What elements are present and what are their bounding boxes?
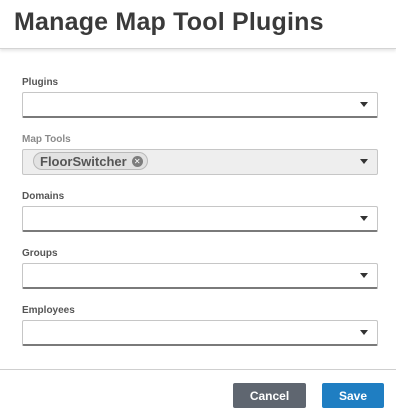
manage-map-tool-plugins-dialog: Manage Map Tool Plugins Plugins Map Tool… [0,0,396,418]
chevron-down-icon [360,273,368,278]
cancel-button[interactable]: Cancel [233,383,306,408]
plugins-select[interactable] [22,92,378,118]
close-circle-icon[interactable]: ✕ [131,155,143,167]
groups-label: Groups [22,248,58,259]
dialog-header: Manage Map Tool Plugins [0,0,396,49]
save-button[interactable]: Save [322,383,384,408]
map-tool-chip: FloorSwitcher ✕ [33,152,148,170]
groups-field: Groups [22,247,378,289]
map-tools-label: Map Tools [22,134,71,145]
dialog-body: Plugins Map Tools FloorSwitcher ✕ Domain… [0,49,396,369]
chevron-down-icon [360,159,368,164]
chevron-down-icon [360,330,368,335]
map-tools-field: Map Tools FloorSwitcher ✕ [22,133,378,175]
plugins-label: Plugins [22,77,59,88]
domains-field: Domains [22,190,378,232]
plugins-field: Plugins [22,76,378,118]
map-tools-select: FloorSwitcher ✕ [22,149,378,175]
domains-label: Domains [22,191,65,202]
employees-select[interactable] [22,320,378,346]
employees-label: Employees [22,305,75,316]
employees-field: Employees [22,304,378,346]
map-tool-chip-label: FloorSwitcher [40,153,127,169]
chevron-down-icon [360,102,368,107]
groups-select[interactable] [22,263,378,289]
dialog-footer: Cancel Save [0,369,396,418]
dialog-title: Manage Map Tool Plugins [14,8,324,36]
domains-select[interactable] [22,206,378,232]
chevron-down-icon [360,216,368,221]
